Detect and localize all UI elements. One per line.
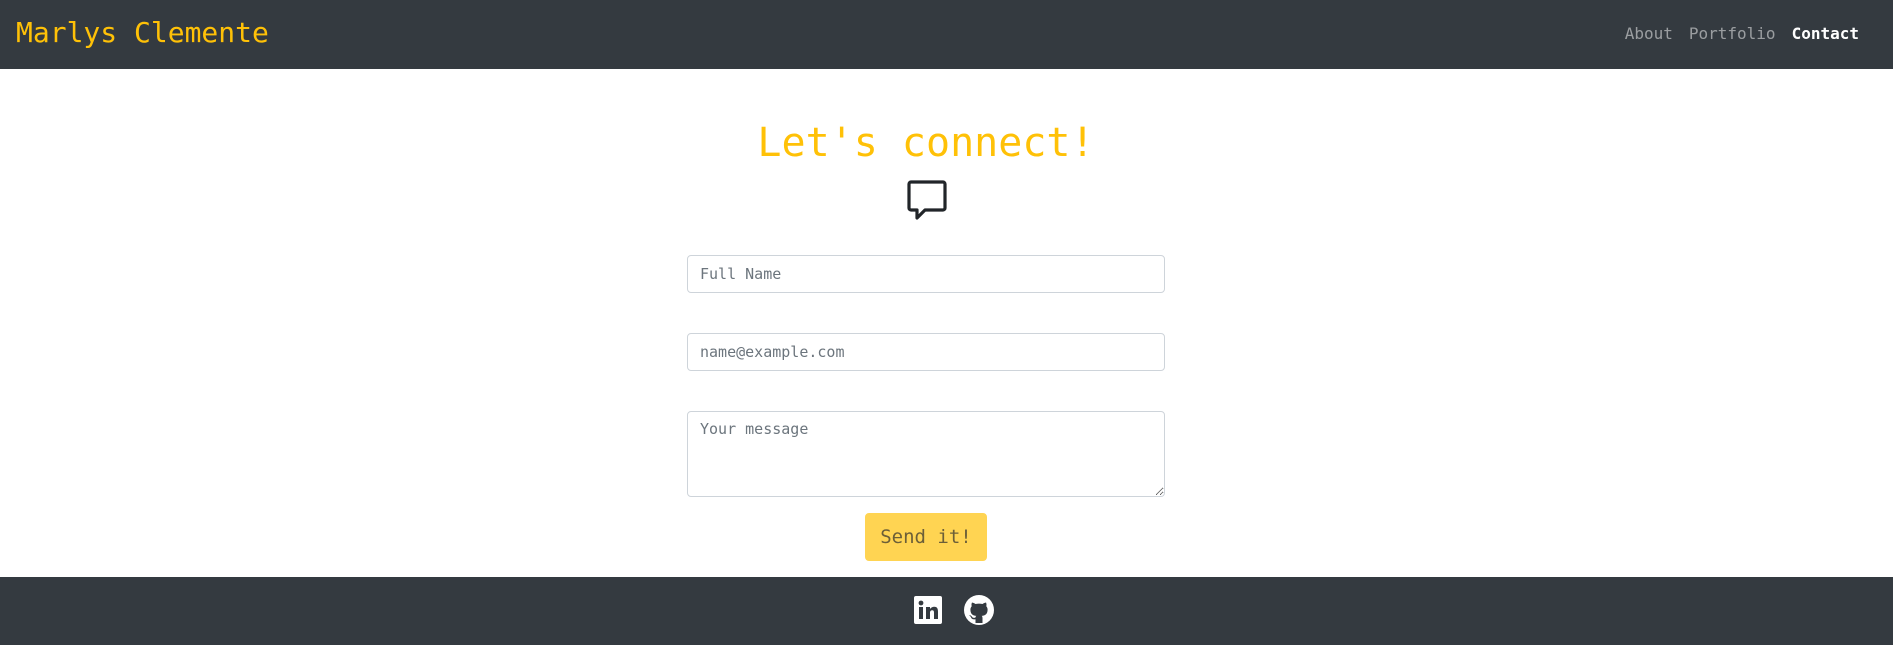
navbar: Marlys Clemente About Portfolio Contact [0,0,1893,69]
footer [0,577,1893,645]
github-link[interactable] [963,594,995,626]
email-input[interactable] [687,333,1165,371]
send-button[interactable]: Send it! [865,513,987,561]
linkedin-icon [914,596,942,624]
message-textarea[interactable] [687,411,1165,497]
nav-link-contact[interactable]: Contact [1784,22,1867,46]
linkedin-link[interactable] [912,594,944,626]
github-icon [964,595,994,625]
nav-links: About Portfolio Contact [1617,22,1867,46]
nav-link-portfolio[interactable]: Portfolio [1681,22,1784,46]
chat-square-icon [907,180,947,220]
full-name-input[interactable] [687,255,1165,293]
page-title: Let's connect! [757,120,1095,166]
brand-link[interactable]: Marlys Clemente [16,14,269,52]
nav-link-about[interactable]: About [1617,22,1681,46]
